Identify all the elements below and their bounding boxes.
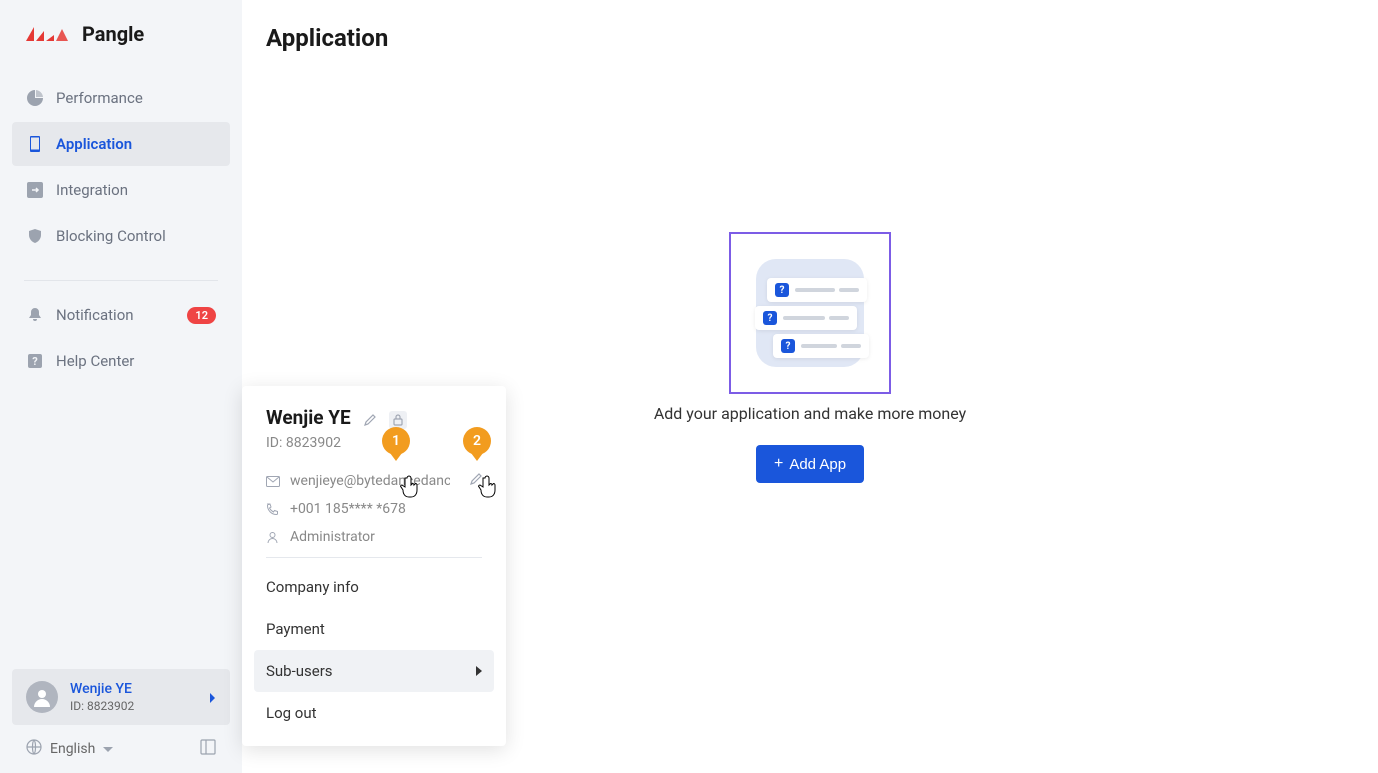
device-icon — [26, 135, 44, 153]
sidebar-item-integration[interactable]: Integration — [12, 168, 230, 212]
role-value: Administrator — [290, 529, 375, 545]
nav-label: Notification — [56, 306, 134, 324]
shield-icon — [26, 227, 44, 245]
collapse-sidebar-icon[interactable] — [200, 739, 216, 759]
nav-label: Blocking Control — [56, 227, 166, 245]
empty-illustration: ? ? ? — [729, 232, 891, 394]
sidebar-bottom: Wenjie YE ID: 8823902 English — [0, 669, 242, 773]
nav-divider — [24, 280, 218, 281]
plus-icon: + — [774, 455, 783, 473]
user-name: Wenjie YE — [70, 681, 134, 697]
logo-area: Pangle — [0, 0, 242, 56]
menu-log-out[interactable]: Log out — [242, 692, 506, 734]
svg-text:?: ? — [32, 355, 38, 368]
person-icon — [266, 531, 280, 544]
popover-user-id: ID: 8823902 — [266, 435, 482, 451]
illustration-card: ? — [755, 306, 857, 330]
menu-sub-users[interactable]: Sub-users — [254, 650, 494, 692]
mail-icon — [266, 476, 280, 487]
nav-secondary: Notification 12 ? Help Center — [0, 293, 242, 393]
menu-payment[interactable]: Payment — [242, 608, 506, 650]
sidebar-item-notification[interactable]: Notification 12 — [12, 293, 230, 337]
nav-label: Application — [56, 135, 132, 153]
user-text: Wenjie YE ID: 8823902 — [70, 681, 134, 713]
illustration-card: ? — [767, 278, 867, 302]
lang-label: English — [50, 741, 95, 757]
chevron-right-icon — [476, 662, 482, 680]
notification-badge: 12 — [187, 307, 216, 324]
illustration-card: ? — [773, 334, 869, 358]
integration-icon — [26, 181, 44, 199]
phone-icon — [266, 503, 280, 516]
phone-row: +001 185**** *678 — [266, 501, 482, 517]
menu-company-info[interactable]: Company info — [242, 566, 506, 608]
logo-text: Pangle — [82, 22, 144, 46]
email-row: wenjieye@bytedancedancec... — [266, 473, 482, 489]
role-row: Administrator — [266, 529, 482, 545]
nav-primary: Performance Application Integration Bloc… — [0, 68, 242, 268]
user-id: ID: 8823902 — [70, 699, 134, 713]
sidebar-item-blocking-control[interactable]: Blocking Control — [12, 214, 230, 258]
popover-user-name: Wenjie YE — [266, 406, 351, 429]
email-value: wenjieye@bytedancedancec... — [290, 473, 450, 489]
globe-icon — [26, 739, 42, 759]
page-title: Application — [266, 24, 1354, 52]
chevron-right-icon — [208, 688, 216, 707]
divider — [266, 557, 482, 558]
nav-label: Help Center — [56, 352, 134, 370]
sidebar: Pangle Performance Application Integrati… — [0, 0, 242, 773]
pie-chart-icon — [26, 89, 44, 107]
edit-name-icon[interactable] — [361, 411, 379, 429]
avatar — [26, 681, 58, 713]
sidebar-item-help-center[interactable]: ? Help Center — [12, 339, 230, 383]
sidebar-item-performance[interactable]: Performance — [12, 76, 230, 120]
callout-marker-1: 1 — [382, 427, 410, 455]
popover-details: wenjieye@bytedancedancec... +001 185****… — [242, 473, 506, 545]
add-app-label: Add App — [789, 456, 846, 473]
question-icon: ? — [26, 352, 44, 370]
add-app-button[interactable]: + Add App — [756, 445, 864, 483]
sidebar-item-application[interactable]: Application — [12, 122, 230, 166]
callout-marker-2: 2 — [463, 427, 491, 455]
lock-icon[interactable] — [389, 411, 407, 429]
cursor-hand-icon — [398, 475, 420, 499]
logo[interactable]: Pangle — [24, 22, 218, 46]
empty-state-text: Add your application and make more money — [654, 404, 966, 423]
phone-value: +001 185**** *678 — [290, 501, 406, 517]
bell-icon — [26, 306, 44, 324]
logo-icon — [24, 23, 76, 45]
nav-label: Integration — [56, 181, 128, 199]
language-selector[interactable]: English — [12, 725, 230, 759]
chevron-down-icon — [103, 741, 113, 757]
cursor-hand-icon — [476, 475, 498, 499]
nav-label: Performance — [56, 89, 143, 107]
user-card[interactable]: Wenjie YE ID: 8823902 — [12, 669, 230, 725]
